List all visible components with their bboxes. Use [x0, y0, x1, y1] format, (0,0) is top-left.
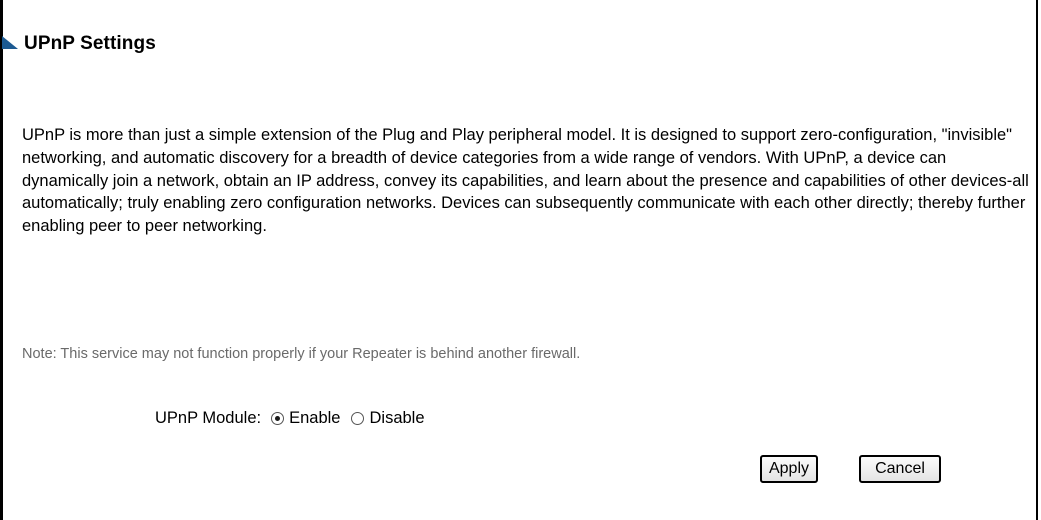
upnp-module-row: UPnP Module: Enable Disable — [155, 409, 436, 428]
enable-radio-option[interactable]: Enable — [271, 409, 340, 428]
apply-button[interactable]: Apply — [760, 455, 818, 483]
firewall-note: Note: This service may not function prop… — [22, 346, 581, 362]
enable-radio-button[interactable] — [271, 412, 285, 425]
disable-radio-button[interactable] — [351, 412, 365, 425]
radio-selected-dot-icon — [275, 416, 281, 421]
disable-radio-label[interactable]: Disable — [369, 409, 424, 428]
triangle-marker-icon — [2, 36, 18, 49]
enable-radio-label[interactable]: Enable — [289, 409, 340, 428]
disable-radio-option[interactable]: Disable — [351, 409, 425, 428]
page-frame — [0, 0, 1038, 520]
upnp-description: UPnP is more than just a simple extensio… — [22, 126, 1029, 236]
cancel-button[interactable]: Cancel — [859, 455, 941, 483]
page-title: UPnP Settings — [24, 33, 156, 54]
upnp-module-label: UPnP Module: — [155, 409, 262, 427]
